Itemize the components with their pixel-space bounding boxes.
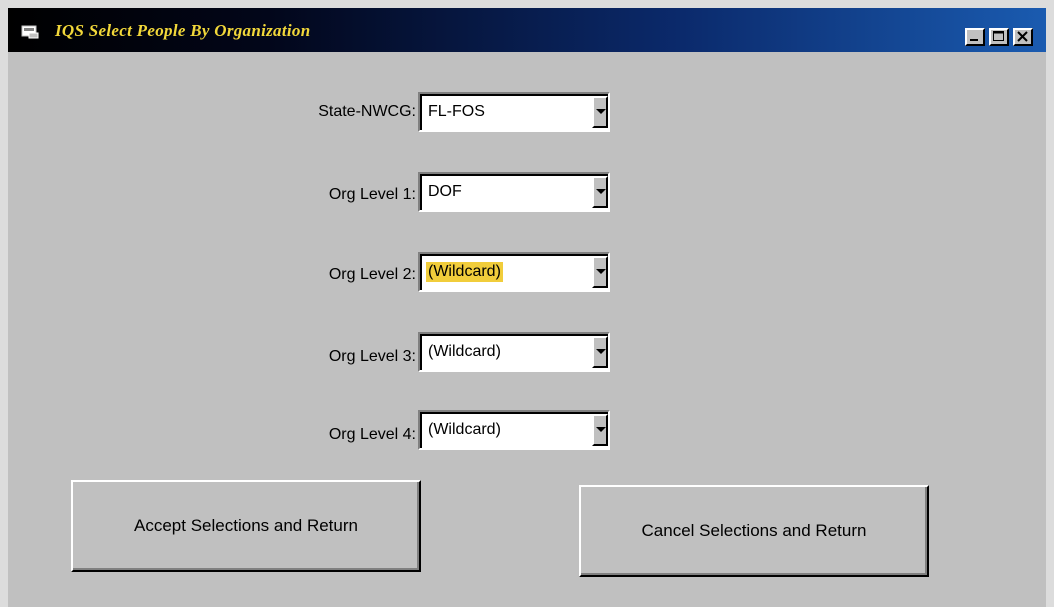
- maximize-icon: [993, 31, 1004, 41]
- org-level-3-value: (Wildcard): [428, 343, 501, 360]
- state-nwcg-select[interactable]: FL-FOS: [418, 92, 610, 132]
- org-level-3-select[interactable]: (Wildcard): [418, 332, 610, 372]
- org-level-1-value: DOF: [428, 183, 462, 200]
- org-level-4-select[interactable]: (Wildcard): [418, 410, 610, 450]
- org-level-4-value: (Wildcard): [428, 421, 501, 438]
- window-app-icon[interactable]: [21, 25, 41, 39]
- chevron-down-icon: [596, 109, 606, 114]
- chevron-down-icon: [596, 269, 606, 274]
- maximize-button[interactable]: [989, 28, 1009, 46]
- window-title: IQS Select People By Organization: [55, 21, 311, 40]
- state-nwcg-dropdown-button[interactable]: [592, 96, 608, 128]
- chevron-down-icon: [596, 427, 606, 432]
- org-level-2-dropdown-button[interactable]: [592, 256, 608, 288]
- cancel-selections-button[interactable]: Cancel Selections and Return: [579, 485, 929, 577]
- org-level-1-label: Org Level 1:: [328, 186, 416, 203]
- org-level-1-select[interactable]: DOF: [418, 172, 610, 212]
- org-level-2-label: Org Level 2:: [328, 266, 416, 283]
- chevron-down-icon: [596, 349, 606, 354]
- accept-selections-button[interactable]: Accept Selections and Return: [71, 480, 421, 572]
- close-icon: [1017, 31, 1028, 42]
- org-level-4-dropdown-button[interactable]: [592, 414, 608, 446]
- org-level-3-label: Org Level 3:: [328, 348, 416, 365]
- title-bar[interactable]: IQS Select People By Organization: [8, 8, 1046, 52]
- org-level-4-label: Org Level 4:: [328, 426, 416, 443]
- minimize-button[interactable]: [965, 28, 985, 46]
- org-level-1-dropdown-button[interactable]: [592, 176, 608, 208]
- org-level-3-dropdown-button[interactable]: [592, 336, 608, 368]
- close-button[interactable]: [1013, 28, 1033, 46]
- org-level-2-value: (Wildcard): [426, 262, 503, 282]
- state-nwcg-value: FL-FOS: [428, 103, 485, 120]
- minimize-icon: [970, 39, 978, 41]
- org-level-2-select[interactable]: (Wildcard): [418, 252, 610, 292]
- chevron-down-icon: [596, 189, 606, 194]
- state-nwcg-label: State-NWCG:: [318, 103, 416, 120]
